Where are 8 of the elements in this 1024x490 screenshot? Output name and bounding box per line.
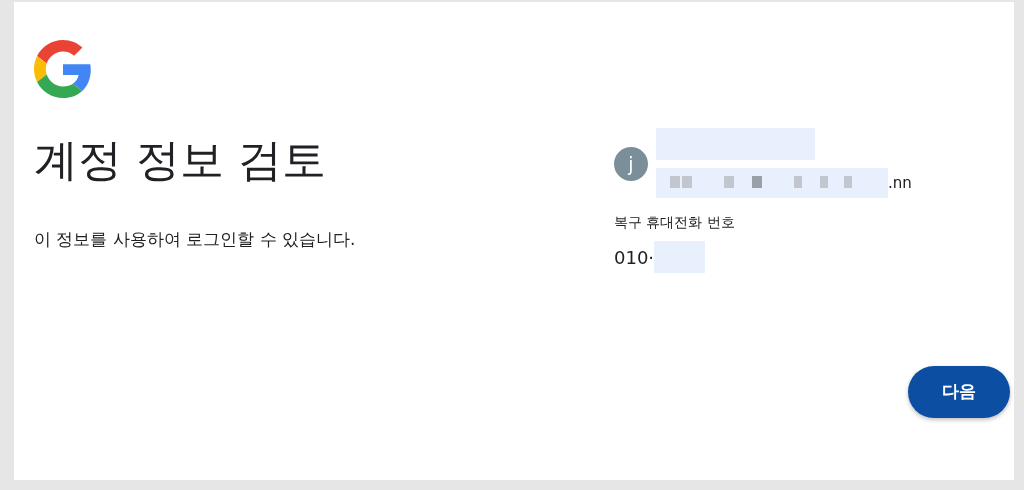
description-text: 이 정보를 사용하여 로그인할 수 있습니다. xyxy=(34,227,357,251)
recovery-phone-label: 복구 휴대전화 번호 xyxy=(614,213,736,232)
google-logo-icon xyxy=(34,40,92,98)
avatar-icon: j xyxy=(614,147,648,181)
phone-number-text: 010· xyxy=(614,245,655,270)
email-text: .nn xyxy=(888,172,912,194)
next-button[interactable]: 다음 xyxy=(908,366,1010,418)
page-title: 계정 정보 검토 xyxy=(34,134,327,187)
